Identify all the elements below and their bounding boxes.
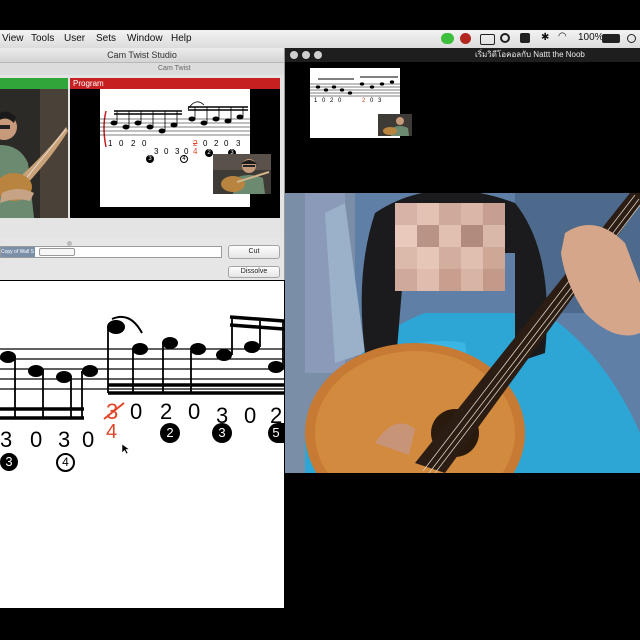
string-circle: 3 xyxy=(146,155,154,163)
fret-number: 0 xyxy=(119,139,124,148)
fret-number: 0 xyxy=(82,427,95,452)
program-pip-video xyxy=(213,154,271,194)
menu-tools[interactable]: Tools xyxy=(31,33,54,44)
display-icon[interactable] xyxy=(480,34,495,45)
battery-icon[interactable] xyxy=(602,34,620,43)
bluetooth-icon[interactable]: ✱ xyxy=(541,32,549,43)
fret-number: 2 xyxy=(160,399,173,424)
fret-number: 0 xyxy=(188,399,201,424)
thumb-pip-video xyxy=(378,114,412,136)
fret-number: 2 xyxy=(330,98,334,104)
string-circle: 3 xyxy=(212,423,232,443)
cam-twist-window: Cam Twist Studio Cam Twist Program 1 0 2… xyxy=(0,48,285,280)
string-circle: 5 xyxy=(268,423,284,443)
menu-view[interactable]: View xyxy=(2,33,24,44)
preview-video xyxy=(0,89,68,218)
fret-number: 0 xyxy=(30,427,43,452)
source-name-field[interactable]: Copy of Wall S xyxy=(0,241,222,258)
fret-number: 3 xyxy=(0,427,13,452)
cam-twist-subbar: Cam Twist xyxy=(0,63,284,75)
fret-number: 0 xyxy=(142,139,147,148)
fret-number: 3 xyxy=(58,427,71,452)
fret-number: 3 xyxy=(378,98,382,104)
sync-icon[interactable] xyxy=(500,33,510,43)
dissolve-button[interactable]: Dissolve xyxy=(228,266,280,278)
fret-number: 0 xyxy=(224,139,229,148)
transition-controls: Copy of Wall S Cut Dissolve xyxy=(0,238,284,280)
program-header: Program xyxy=(70,78,280,89)
battery-percent: 100% xyxy=(578,32,604,43)
fret-number: 2 xyxy=(362,98,366,104)
video-titlebar: เริ่มวิดีโอคอลกับ Nattt the Noob xyxy=(285,48,640,62)
transition-slider-knob[interactable] xyxy=(67,241,72,246)
fret-number: 3 xyxy=(154,147,159,156)
fret-number: 0 xyxy=(338,98,342,104)
string-circle: 4 xyxy=(56,453,75,472)
remote-video-feed xyxy=(285,193,640,473)
transition-slider-track[interactable] xyxy=(39,248,75,256)
string-circle: 3 xyxy=(0,453,18,471)
menu-window[interactable]: Window xyxy=(127,33,163,44)
window-title: Cam Twist Studio xyxy=(0,48,284,63)
fret-number: 3 xyxy=(175,147,180,156)
fret-number: 2 xyxy=(214,139,219,148)
mouse-pointer-icon xyxy=(121,443,131,455)
menu-sets[interactable]: Sets xyxy=(96,33,116,44)
fret-number: 3 xyxy=(236,139,241,148)
preview-header xyxy=(0,78,68,89)
wifi-icon[interactable]: ◠ xyxy=(558,31,567,42)
red-fingering: 4 xyxy=(106,421,118,443)
sheet-music-document: 3 0 3 0 3 4 0 2 0 3 0 2 3 4 2 3 5 xyxy=(0,281,284,608)
video-call-window: เริ่มวิดีโอคอลกับ Nattt the Noob 1 0 2 0 xyxy=(285,48,640,608)
fret-number: 0 xyxy=(203,139,208,148)
preview-pane[interactable] xyxy=(0,78,68,218)
fret-number: 0 xyxy=(244,403,257,428)
fret-number: 0 xyxy=(322,98,326,104)
screen-share-icon[interactable] xyxy=(520,33,530,43)
record-icon[interactable] xyxy=(460,33,471,44)
string-circle: 4 xyxy=(180,155,188,163)
fret-number: 1 xyxy=(314,98,318,104)
cam-twist-label: Cam Twist xyxy=(158,65,191,72)
menu-help[interactable]: Help xyxy=(171,33,192,44)
fret-number: 2 xyxy=(131,139,136,148)
menu-user[interactable]: User xyxy=(64,33,85,44)
program-pane[interactable]: Program 1 0 2 0 3 0 3 0 2 4 0 2 0 3 3 4 … xyxy=(70,78,280,218)
spotlight-icon[interactable] xyxy=(627,34,636,43)
menu-bar: View Tools User Sets Window Help ✱ ◠ 100… xyxy=(0,30,640,49)
close-window-button[interactable] xyxy=(290,51,298,59)
cut-button[interactable]: Cut xyxy=(228,245,280,259)
video-call-title: เริ่มวิดีโอคอลกับ Nattt the Noob xyxy=(475,50,585,59)
minimize-window-button[interactable] xyxy=(302,51,310,59)
self-view-thumbnail[interactable]: 1 0 2 0 2 0 3 xyxy=(310,68,412,138)
fret-number: 0 xyxy=(130,399,143,424)
fret-number: 0 xyxy=(164,147,169,156)
zoom-window-button[interactable] xyxy=(314,51,322,59)
fret-number: 1 xyxy=(108,139,113,148)
source-name-value: Copy of Wall S xyxy=(1,247,35,257)
program-output: 1 0 2 0 3 0 3 0 2 4 0 2 0 3 3 4 2 3 xyxy=(70,89,280,218)
line-app-icon[interactable] xyxy=(441,33,454,44)
remote-video-frame xyxy=(285,193,640,473)
string-circle: 2 xyxy=(205,149,213,157)
string-circle: 2 xyxy=(160,423,180,443)
fret-number: 0 xyxy=(370,98,374,104)
red-fingering: 4 xyxy=(193,147,198,156)
